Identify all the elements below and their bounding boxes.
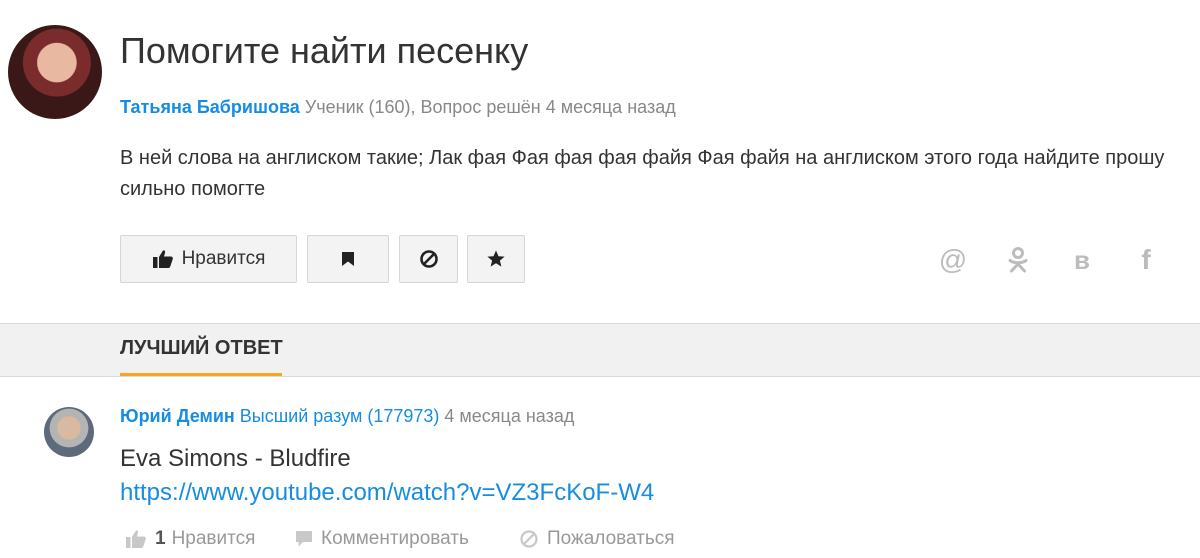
answer-comment-label: Комментировать bbox=[321, 528, 469, 549]
share-facebook-icon[interactable]: f bbox=[1134, 244, 1158, 275]
question-title: Помогите найти песенку bbox=[120, 30, 529, 71]
block-icon bbox=[520, 530, 538, 548]
answer-report-label: Пожаловаться bbox=[547, 528, 675, 549]
answer-like-button[interactable]: 1 Нравится bbox=[125, 527, 255, 551]
answer-time: 4 месяца назад bbox=[444, 406, 575, 426]
favorite-button[interactable] bbox=[467, 235, 525, 283]
answer-text: Eva Simons - Bludfire bbox=[120, 445, 351, 472]
like-button[interactable]: Нравится bbox=[120, 235, 297, 283]
answer-author-rank[interactable]: Высший разум (177973) bbox=[240, 406, 440, 426]
share-vk-icon[interactable]: в bbox=[1068, 245, 1096, 275]
question-author-avatar[interactable] bbox=[8, 25, 102, 119]
answer-youtube-link[interactable]: https://www.youtube.com/watch?v=VZ3FcKoF… bbox=[120, 479, 654, 507]
question-meta-text: Ученик (160), Вопрос решён 4 месяца наза… bbox=[304, 97, 676, 117]
block-icon bbox=[419, 250, 438, 268]
question-meta: Татьяна Бабришова Ученик (160), Вопрос р… bbox=[120, 97, 676, 118]
comment-icon bbox=[296, 531, 312, 547]
answer-like-label: Нравится bbox=[171, 528, 256, 549]
answer-meta: Юрий Демин Высший разум (177973) 4 месяц… bbox=[120, 406, 574, 427]
answer-like-count: 1 bbox=[155, 528, 166, 549]
share-odnoklassniki-icon[interactable] bbox=[1004, 246, 1032, 274]
bookmark-button[interactable] bbox=[307, 235, 389, 283]
answer-comment-button[interactable]: Комментировать bbox=[295, 527, 469, 551]
star-icon bbox=[487, 250, 505, 267]
answer-report-button[interactable]: Пожаловаться bbox=[519, 527, 675, 551]
best-answer-tab[interactable]: ЛУЧШИЙ ОТВЕТ bbox=[120, 337, 283, 360]
share-mail-icon[interactable]: @ bbox=[938, 244, 968, 275]
bookmark-icon bbox=[342, 252, 354, 266]
question-body: В ней слова на англиском такие; Лак фая … bbox=[120, 147, 1165, 200]
thumbs-up-icon bbox=[126, 530, 146, 548]
thumbs-up-icon bbox=[152, 250, 173, 268]
answer-author-link[interactable]: Юрий Демин bbox=[120, 406, 235, 426]
answer-author-avatar[interactable] bbox=[44, 407, 94, 457]
report-button[interactable] bbox=[399, 235, 458, 283]
question-author-link[interactable]: Татьяна Бабришова bbox=[120, 97, 300, 117]
best-answer-tab-underline bbox=[120, 373, 282, 376]
like-button-label: Нравится bbox=[181, 248, 266, 269]
